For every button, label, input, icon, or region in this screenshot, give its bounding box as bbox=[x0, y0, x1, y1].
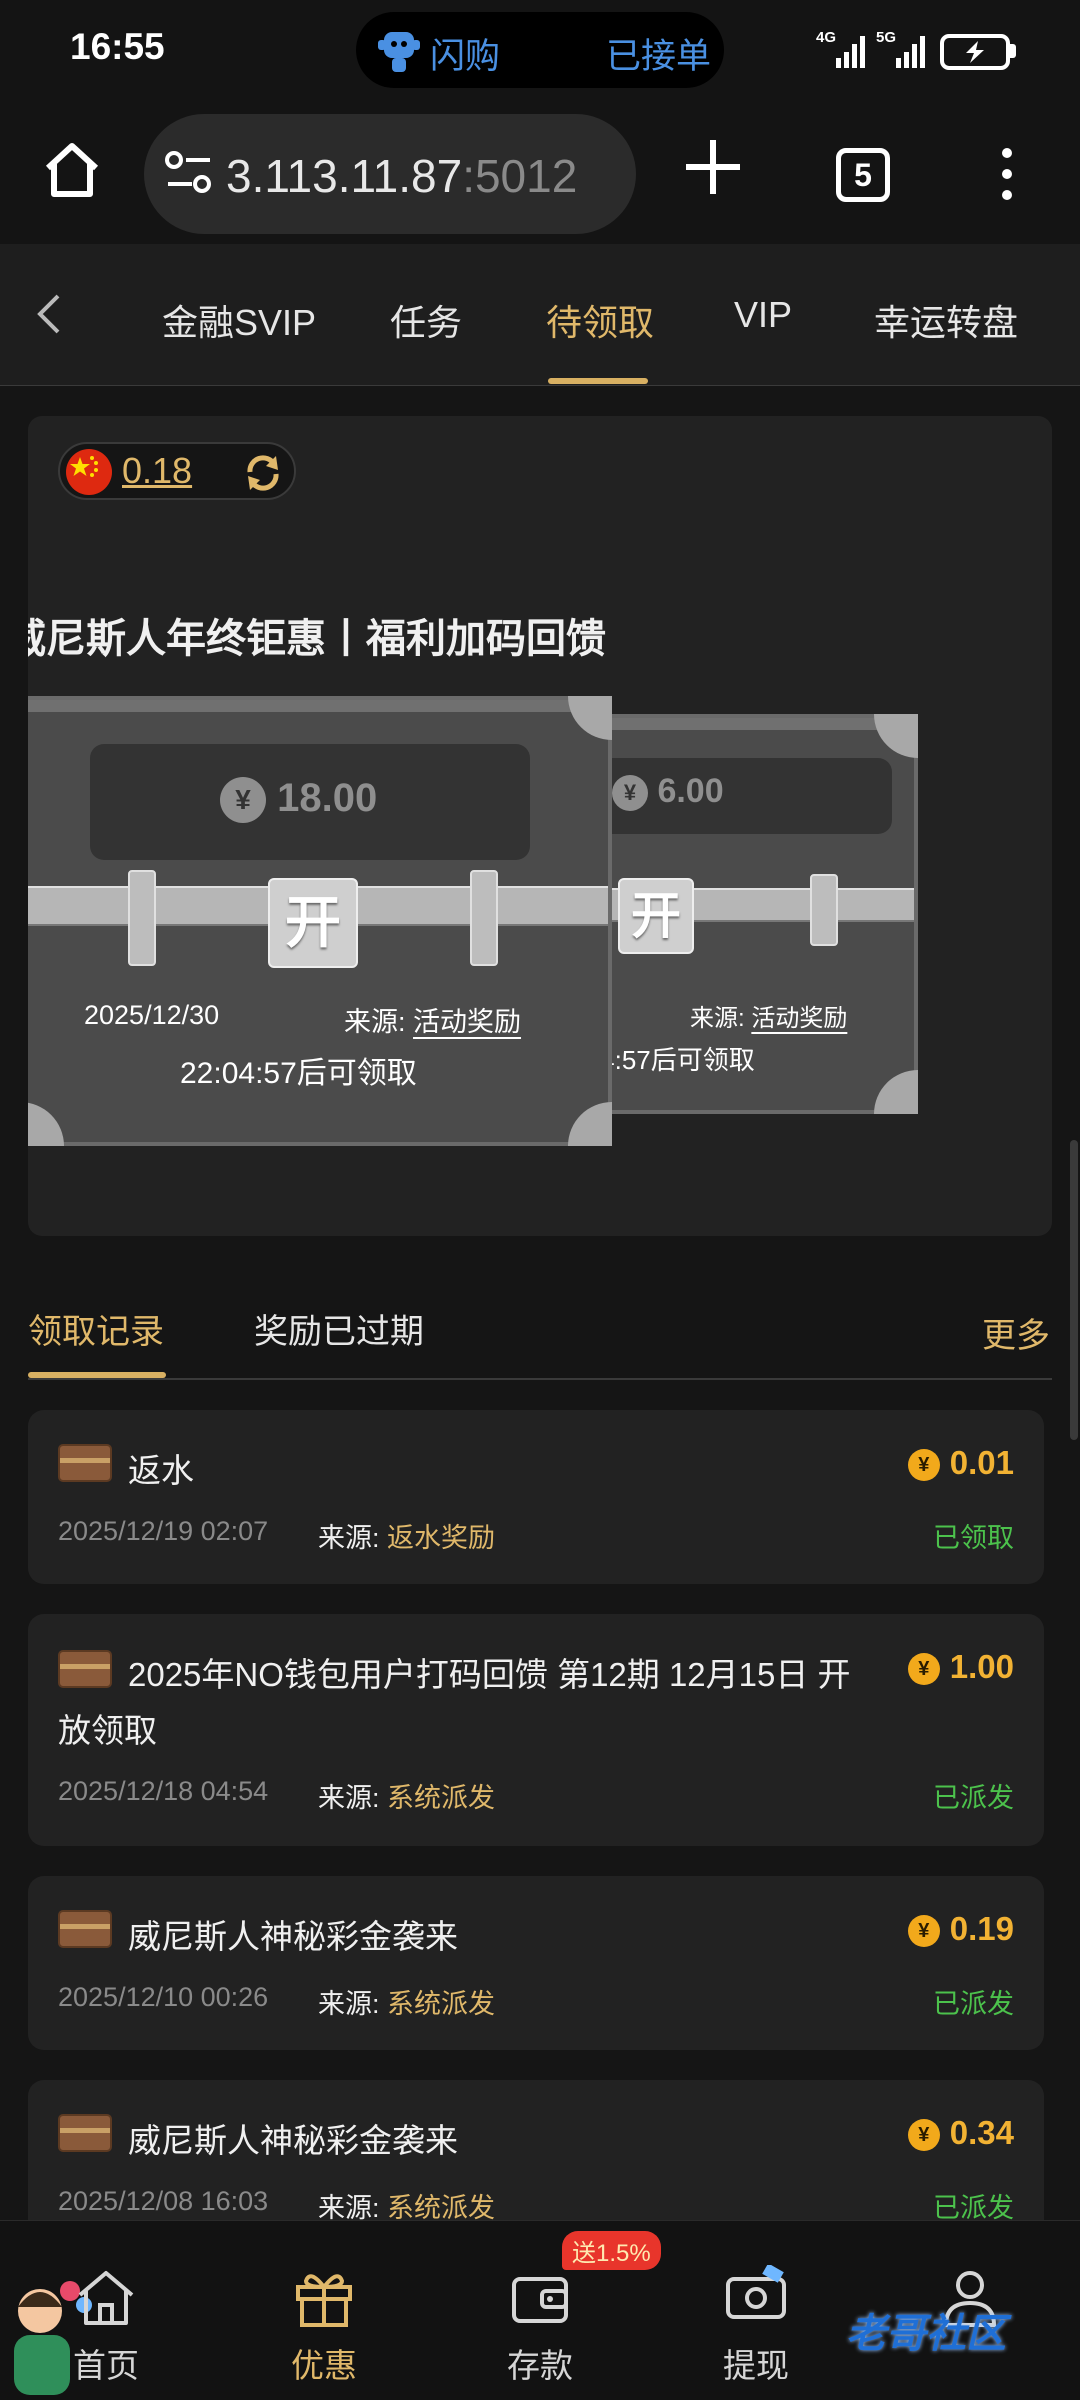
record-amount: ¥0.01 bbox=[907, 1444, 1014, 1482]
balance-value: 0.18 bbox=[122, 450, 193, 491]
record-title-line1: 2025年NO钱包用户打码回馈 第12期 12月15日 开 bbox=[128, 1656, 851, 1693]
nav-withdraw[interactable]: 提现 bbox=[686, 2231, 826, 2391]
active-tab-indicator bbox=[548, 378, 648, 384]
battery-tip bbox=[1010, 44, 1016, 58]
treasure-chest-icon bbox=[58, 1650, 112, 1688]
url-host: 3.113.11.87 bbox=[226, 150, 463, 202]
dynamic-island-pill[interactable]: 闪购 已接单 bbox=[356, 12, 724, 88]
divider bbox=[28, 1378, 1052, 1380]
status-bar: 16:55 闪购 已接单 4G 5G bbox=[0, 0, 1080, 104]
chest-amount: ¥ 18.00 bbox=[220, 776, 377, 824]
tab-lucky-wheel[interactable]: 幸运转盘 bbox=[874, 294, 1018, 346]
home-icon bbox=[78, 2271, 134, 2325]
promo-title: 威尼斯人年终钜惠丨福利加码回馈 bbox=[28, 617, 606, 661]
signal-label-4g: 4G bbox=[816, 29, 837, 46]
browser-toolbar: 3.113.11.87:5012 5 bbox=[0, 104, 1080, 244]
open-chest-button[interactable]: 开 bbox=[268, 878, 358, 968]
chest-countdown: 22:04:57后可领取 bbox=[180, 1057, 417, 1090]
coin-icon: ¥ bbox=[907, 2119, 940, 2151]
watermark-logo: 老哥社区 bbox=[846, 2312, 1006, 2356]
record-status: 已派发 bbox=[933, 1783, 1014, 1813]
pill-left-text: 闪购 bbox=[430, 37, 501, 76]
record-amount: ¥1.00 bbox=[899, 1648, 1014, 1686]
more-link[interactable]: 更多 bbox=[982, 1308, 1050, 1357]
tab-vip[interactable]: VIP bbox=[734, 294, 792, 336]
chest-amount: ¥ 6.00 bbox=[612, 772, 724, 812]
signal-label-5g: 5G bbox=[876, 29, 897, 46]
tab-tasks[interactable]: 任务 bbox=[390, 294, 462, 346]
chest-source: 来源: 活动奖励 bbox=[344, 1007, 522, 1037]
record-title-line2: 放领取 bbox=[58, 1712, 157, 1749]
chest-amount-window: ¥ 6.00 bbox=[592, 758, 892, 834]
tab-pending[interactable]: 待领取 bbox=[546, 294, 654, 346]
tab-claim-records[interactable]: 领取记录 bbox=[28, 1304, 164, 1353]
open-chest-button[interactable]: 开 bbox=[618, 878, 694, 954]
treasure-chest-icon bbox=[58, 1444, 112, 1482]
record-source: 来源: 系统派发 bbox=[318, 1783, 496, 1813]
record-date: 2025/12/10 00:26 bbox=[58, 1982, 269, 2012]
delivery-app-icon bbox=[378, 32, 420, 72]
treasure-chest-icon bbox=[58, 2114, 112, 2152]
coin-icon: ¥ bbox=[907, 1915, 940, 1947]
site-settings-icon[interactable] bbox=[164, 150, 214, 196]
record-date: 2025/12/08 16:03 bbox=[58, 2186, 269, 2216]
tab-expired-rewards[interactable]: 奖励已过期 bbox=[254, 1304, 424, 1353]
chevron-left-icon[interactable] bbox=[28, 290, 68, 338]
record-date: 2025/12/19 02:07 bbox=[58, 1516, 269, 1546]
nav-home[interactable]: 首页 bbox=[36, 2231, 176, 2391]
nav-label: 提现 bbox=[723, 2347, 789, 2384]
list-item[interactable]: 返水 ¥0.01 2025/12/19 02:07 来源: 返水奖励 已领取 bbox=[28, 1410, 1044, 1584]
treasure-chest-icon bbox=[58, 1910, 112, 1948]
record-status: 已领取 bbox=[933, 1523, 1014, 1553]
url-text: 3.113.11.87:5012 bbox=[226, 149, 626, 203]
chest-amount-window: ¥ 18.00 bbox=[90, 744, 530, 860]
reward-card: 0.18 威尼斯人年终钜惠丨福利加码回馈 ¥ 6.00 开 28 bbox=[28, 416, 1052, 1236]
url-port: :5012 bbox=[462, 150, 578, 202]
battery-icon bbox=[940, 34, 1010, 70]
signal-bars-icon bbox=[836, 36, 865, 68]
promo-badge: 送1.5% bbox=[562, 2231, 661, 2270]
page: 16:55 闪购 已接单 4G 5G 3.113.11.87:5012 5 金融… bbox=[0, 0, 1080, 2400]
pill-right-text: 已接单 bbox=[606, 37, 712, 76]
scrollbar[interactable] bbox=[1070, 1140, 1078, 1440]
refresh-icon[interactable] bbox=[240, 450, 286, 496]
record-date: 2025/12/18 04:54 bbox=[58, 1776, 269, 1806]
chest-source: 来源: 活动奖励 bbox=[690, 1005, 848, 1032]
tab-finance-svip[interactable]: 金融SVIP bbox=[162, 294, 316, 346]
tab-switcher-button[interactable]: 5 bbox=[836, 148, 890, 202]
bottom-nav: 首页 优惠 存款 提现 送1.5% 老哥社区 bbox=[0, 2220, 1080, 2400]
signal-bars-icon bbox=[896, 36, 925, 68]
category-nav: 金融SVIP 任务 待领取 VIP 幸运转盘 bbox=[0, 244, 1080, 386]
address-bar[interactable]: 3.113.11.87:5012 bbox=[144, 114, 636, 234]
balance-pill: 0.18 bbox=[58, 442, 296, 500]
reward-chest-1[interactable]: ¥ 18.00 开 2025/12/30 来源: 活动奖励 22:04:57后可… bbox=[28, 696, 612, 1146]
record-title: 威尼斯人神秘彩金袭来 bbox=[128, 2122, 458, 2159]
record-amount: ¥0.19 bbox=[907, 1910, 1014, 1948]
record-source: 来源: 返水奖励 bbox=[318, 1523, 496, 1553]
china-flag-icon bbox=[66, 449, 112, 495]
record-amount: ¥0.34 bbox=[907, 2114, 1014, 2152]
list-item[interactable]: 2025年NO钱包用户打码回馈 第12期 12月15日 开 放领取 ¥1.00 … bbox=[28, 1614, 1044, 1846]
nav-promotions[interactable]: 优惠 bbox=[254, 2231, 394, 2391]
nav-label: 优惠 bbox=[291, 2347, 357, 2384]
record-status: 已派发 bbox=[933, 1989, 1014, 2019]
home-icon[interactable] bbox=[40, 138, 104, 202]
more-menu-icon[interactable] bbox=[990, 148, 1024, 204]
coin-icon: ¥ bbox=[907, 1449, 940, 1481]
coin-icon: ¥ bbox=[907, 1653, 940, 1685]
reward-chest-2[interactable]: ¥ 6.00 开 28 来源: 活动奖励 7:04:57后可领取 bbox=[564, 714, 918, 1114]
record-title: 返水 bbox=[128, 1452, 194, 1489]
wallet-icon bbox=[512, 2277, 568, 2323]
nav-label: 首页 bbox=[73, 2347, 139, 2384]
status-time: 16:55 bbox=[70, 26, 165, 67]
withdraw-icon bbox=[726, 2265, 786, 2319]
gift-icon bbox=[296, 2274, 352, 2327]
new-tab-icon[interactable] bbox=[680, 134, 746, 200]
chest-date: 2025/12/30 bbox=[84, 1000, 220, 1030]
record-title: 威尼斯人神秘彩金袭来 bbox=[128, 1918, 458, 1955]
record-source: 来源: 系统派发 bbox=[318, 1989, 496, 2019]
nav-label: 存款 bbox=[507, 2347, 573, 2384]
list-item[interactable]: 威尼斯人神秘彩金袭来 ¥0.19 2025/12/10 00:26 来源: 系统… bbox=[28, 1876, 1044, 2050]
